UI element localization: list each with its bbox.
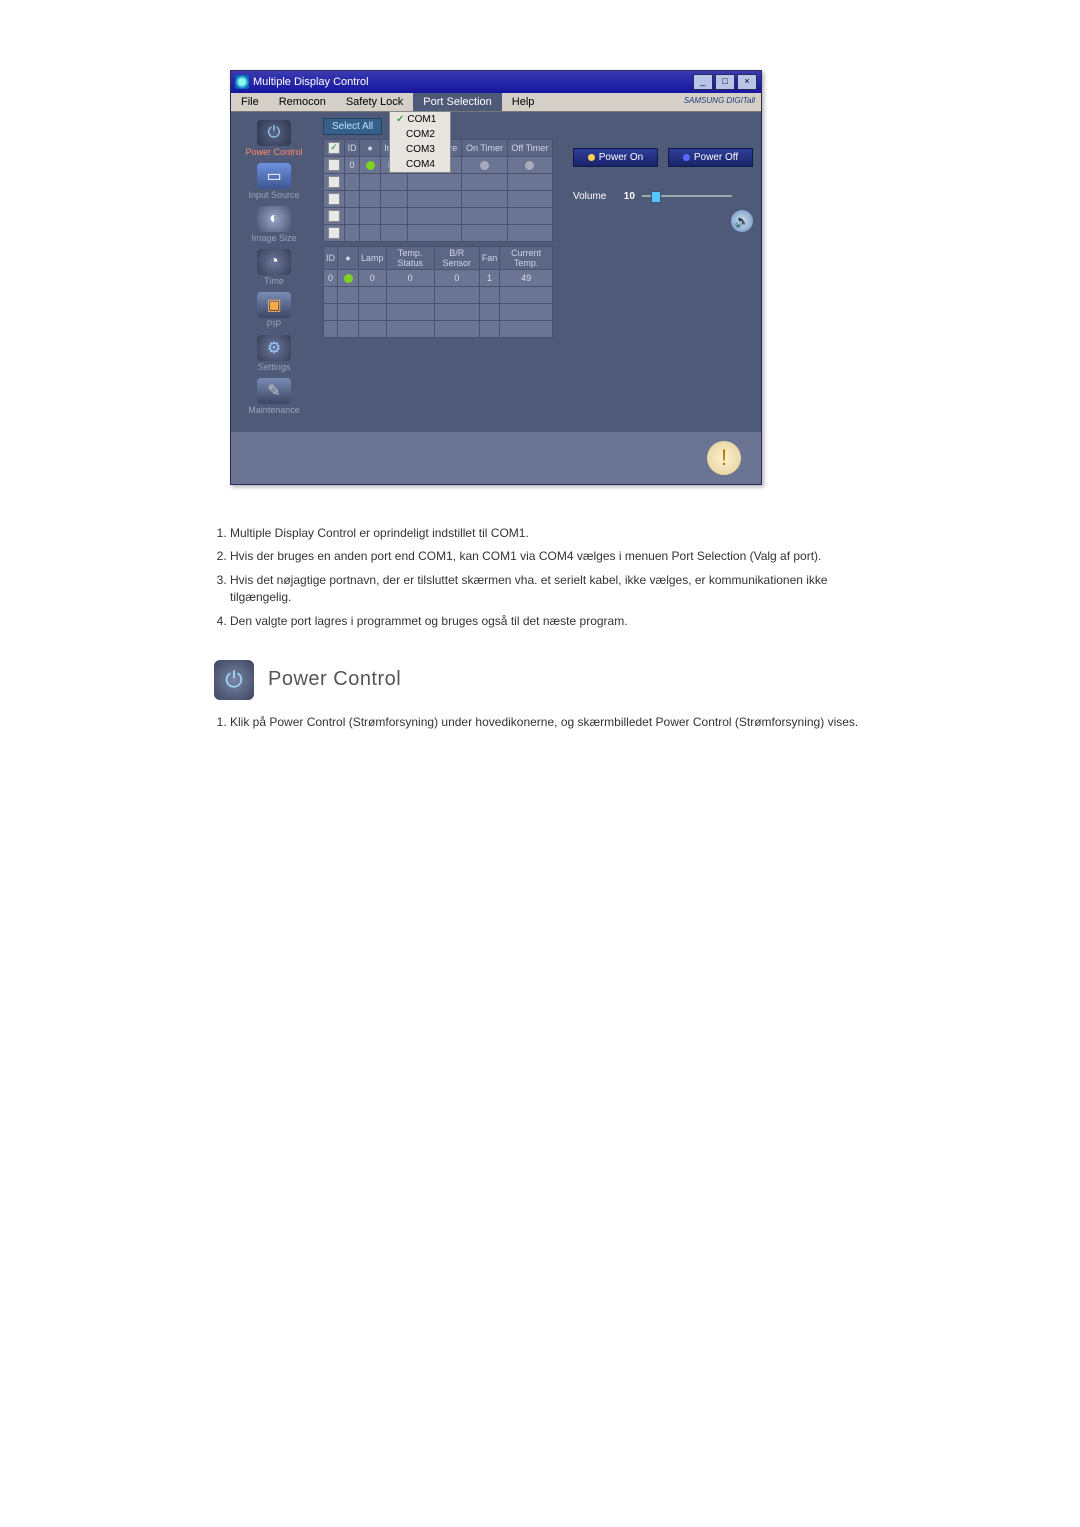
status-bar: ! [231, 432, 761, 484]
maximize-button[interactable]: □ [715, 74, 735, 90]
col-lamp: Lamp [359, 247, 387, 270]
alert-icon: ! [707, 441, 741, 475]
port-option-com4[interactable]: COM4 [390, 157, 450, 172]
table-row[interactable]: 0 0 0 0 1 49 [324, 270, 553, 287]
col-id: ID [324, 247, 338, 270]
sidebar-item-pip[interactable]: ▣ PIP [231, 288, 317, 331]
section-heading: ⏻ Power Control [214, 660, 890, 700]
list-item: Hvis der bruges en anden port end COM1, … [230, 548, 890, 565]
titlebar: Multiple Display Control _ □ × [231, 71, 761, 93]
sidebar-item-time[interactable]: ◔ Time [231, 245, 317, 288]
port-option-com2[interactable]: COM2 [390, 127, 450, 142]
time-icon: ◔ [257, 249, 291, 275]
minimize-button[interactable]: _ [693, 74, 713, 90]
table-row [324, 208, 553, 225]
menu-help[interactable]: Help [502, 93, 545, 111]
app-icon [235, 75, 249, 89]
col-current-temp: Current Temp. [500, 247, 553, 270]
menu-port-selection[interactable]: Port Selection [413, 93, 501, 111]
image-size-icon: ◐ [257, 206, 291, 232]
volume-slider[interactable] [642, 195, 732, 197]
sidebar-item-input-source[interactable]: ▭ Input Source [231, 159, 317, 202]
power-on-button[interactable]: Power On [573, 148, 658, 167]
list-item: Den valgte port lagres i programmet og b… [230, 613, 890, 630]
input-icon: ▭ [257, 163, 291, 189]
power-icon: ⏻ [257, 120, 291, 146]
close-button[interactable]: × [737, 74, 757, 90]
sidebar-item-label: PIP [231, 319, 317, 329]
port-option-com1[interactable]: COM1 [390, 112, 450, 127]
col-on-timer: On Timer [462, 140, 507, 157]
volume-control: Volume 10 🔊 [573, 191, 753, 202]
sidebar-item-image-size[interactable]: ◐ Image Size [231, 202, 317, 245]
table-row [324, 225, 553, 242]
instruction-list-1: Multiple Display Control er oprindeligt … [210, 525, 890, 630]
select-all-button[interactable]: Select All [323, 118, 382, 135]
col-off-timer: Off Timer [507, 140, 552, 157]
volume-label: Volume [573, 191, 621, 202]
col-id: ID [345, 140, 360, 157]
header-checkbox[interactable] [328, 142, 340, 154]
menu-file[interactable]: File [231, 93, 269, 111]
sidebar-item-settings[interactable]: ⚙ Settings [231, 331, 317, 374]
volume-value: 10 [624, 191, 635, 202]
sidebar-item-label: Power Control [231, 147, 317, 157]
menu-remocon[interactable]: Remocon [269, 93, 336, 111]
status-dot-icon [366, 161, 375, 170]
sidebar-item-power-control[interactable]: ⏻ Power Control [231, 116, 317, 159]
list-item: Klik på Power Control (Strømforsyning) u… [230, 714, 890, 731]
maintenance-icon: ✎ [257, 378, 291, 404]
table-row [324, 287, 553, 304]
instruction-list-2: Klik på Power Control (Strømforsyning) u… [210, 714, 890, 731]
status-dot-icon [344, 274, 353, 283]
speaker-icon[interactable]: 🔊 [731, 210, 753, 232]
sidebar-item-label: Time [231, 276, 317, 286]
port-option-com3[interactable]: COM3 [390, 142, 450, 157]
menubar: File Remocon Safety Lock Port Selection … [231, 93, 761, 112]
app-screenshot: Multiple Display Control _ □ × File Remo… [230, 70, 890, 485]
table-row [324, 191, 553, 208]
timer-off-icon [480, 161, 489, 170]
power-off-button[interactable]: Power Off [668, 148, 753, 167]
row-checkbox[interactable] [328, 159, 340, 171]
sidebar-item-label: Maintenance [231, 405, 317, 415]
settings-icon: ⚙ [257, 335, 291, 361]
menu-safety-lock[interactable]: Safety Lock [336, 93, 413, 111]
col-br-sensor: B/R Sensor [434, 247, 479, 270]
list-item: Multiple Display Control er oprindeligt … [230, 525, 890, 542]
table-row [324, 174, 553, 191]
pip-icon: ▣ [257, 292, 291, 318]
port-selection-dropdown: COM1 COM2 COM3 COM4 [389, 111, 451, 173]
brand-label: SAMSUNG DIGITall [678, 93, 761, 111]
sidebar-item-label: Input Source [231, 190, 317, 200]
sidebar-item-maintenance[interactable]: ✎ Maintenance [231, 374, 317, 417]
volume-thumb[interactable] [651, 191, 661, 203]
sidebar-item-label: Image Size [231, 233, 317, 243]
control-panel: Power On Power Off Volume 10 🔊 [565, 112, 761, 432]
power-icon: ⏻ [214, 660, 254, 700]
table-row [324, 304, 553, 321]
status-table: ID ● Lamp Temp. Status B/R Sensor Fan Cu… [323, 246, 553, 338]
col-temp-status: Temp. Status [386, 247, 434, 270]
table-row [324, 321, 553, 338]
col-fan: Fan [479, 247, 500, 270]
section-title: Power Control [268, 668, 401, 691]
sidebar: ⏻ Power Control ▭ Input Source ◐ Image S… [231, 112, 317, 432]
list-item: Hvis det nøjagtige portnavn, der er tils… [230, 572, 890, 607]
sidebar-item-label: Settings [231, 362, 317, 372]
window-title: Multiple Display Control [253, 76, 693, 88]
timer-off-icon [525, 161, 534, 170]
